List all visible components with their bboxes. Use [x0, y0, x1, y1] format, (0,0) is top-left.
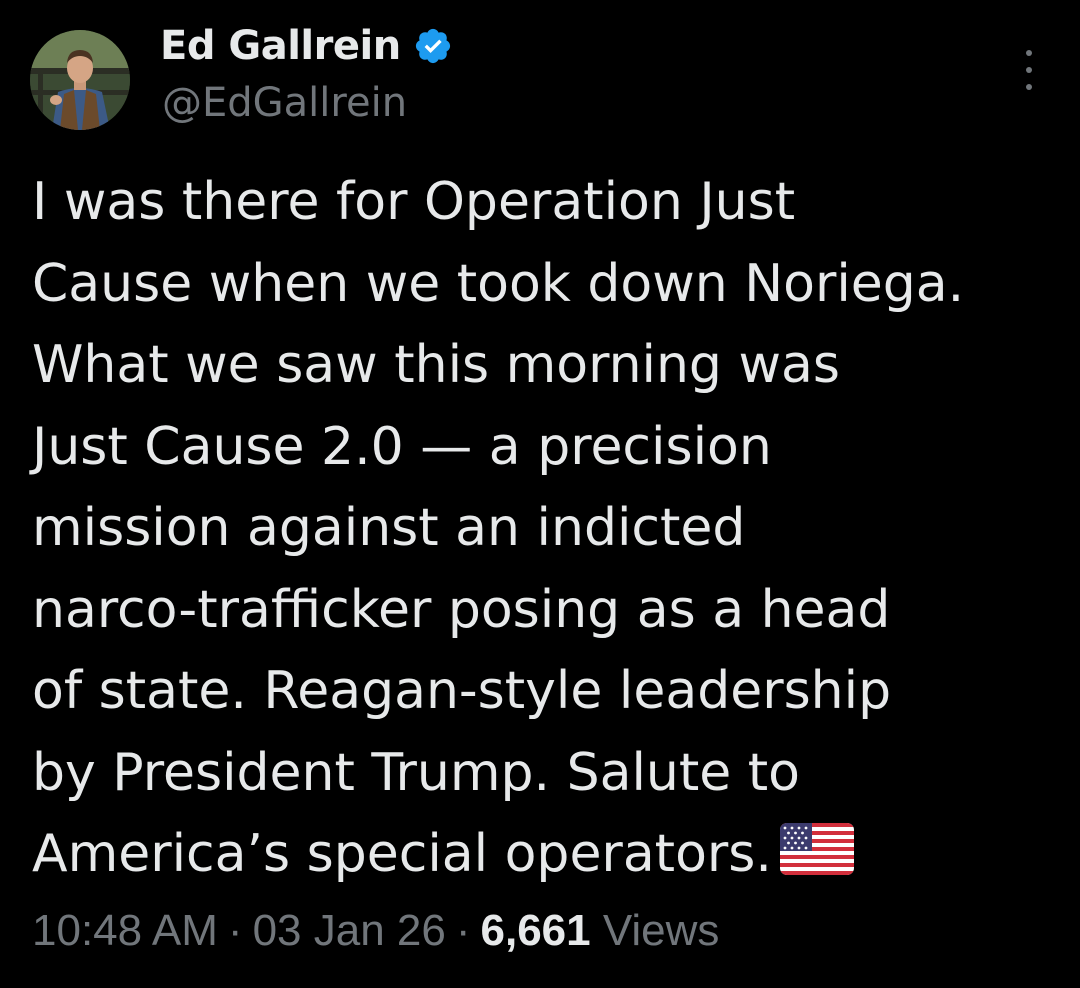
meta-separator: · [455, 906, 471, 955]
tweet-meta: 10:48 AM · 03 Jan 26 · 6,661 Views [32, 906, 719, 956]
tweet-time[interactable]: 10:48 AM [32, 906, 218, 955]
tweet-text-line: America’s special operators. [32, 824, 772, 884]
more-dot [1026, 67, 1032, 73]
more-dot [1026, 84, 1032, 90]
meta-separator: · [227, 906, 243, 955]
author-name-row: Ed Gallrein [160, 18, 453, 74]
us-flag-emoji [779, 823, 854, 875]
avatar-photo [30, 30, 130, 130]
views-label: Views [602, 906, 720, 955]
tweet-text-line: Cause when we took down Noriega. [32, 253, 965, 314]
tweet-card: Ed Gallrein @EdGallrein I was there for … [0, 0, 1080, 988]
tweet-text-line: mission against an indicted [32, 498, 746, 558]
tweet-text-line: by President Trump. Salute to [32, 742, 800, 803]
tweet-text: I was there for Operation Just Cause whe… [32, 162, 1062, 896]
author-handle[interactable]: @EdGallrein [162, 80, 407, 126]
views-count[interactable]: 6,661 [481, 906, 591, 955]
verified-badge-icon [415, 28, 450, 64]
tweet-text-line-last: America’s special operators. [32, 814, 1062, 896]
author-display-name[interactable]: Ed Gallrein [160, 23, 401, 69]
more-dot [1026, 50, 1032, 56]
tweet-text-line: I was there for Operation Just [32, 172, 796, 232]
more-vertical-icon[interactable] [1016, 50, 1042, 90]
tweet-text-line: of state. Reagan-style leadership [32, 661, 892, 721]
tweet-text-line: What we saw this morning was [32, 335, 840, 395]
avatar[interactable] [30, 30, 130, 130]
tweet-text-line: Just Cause 2.0 — a precision [32, 416, 772, 477]
tweet-date[interactable]: 03 Jan 26 [253, 906, 446, 955]
tweet-text-line: narco-trafficker posing as a head [32, 579, 891, 640]
